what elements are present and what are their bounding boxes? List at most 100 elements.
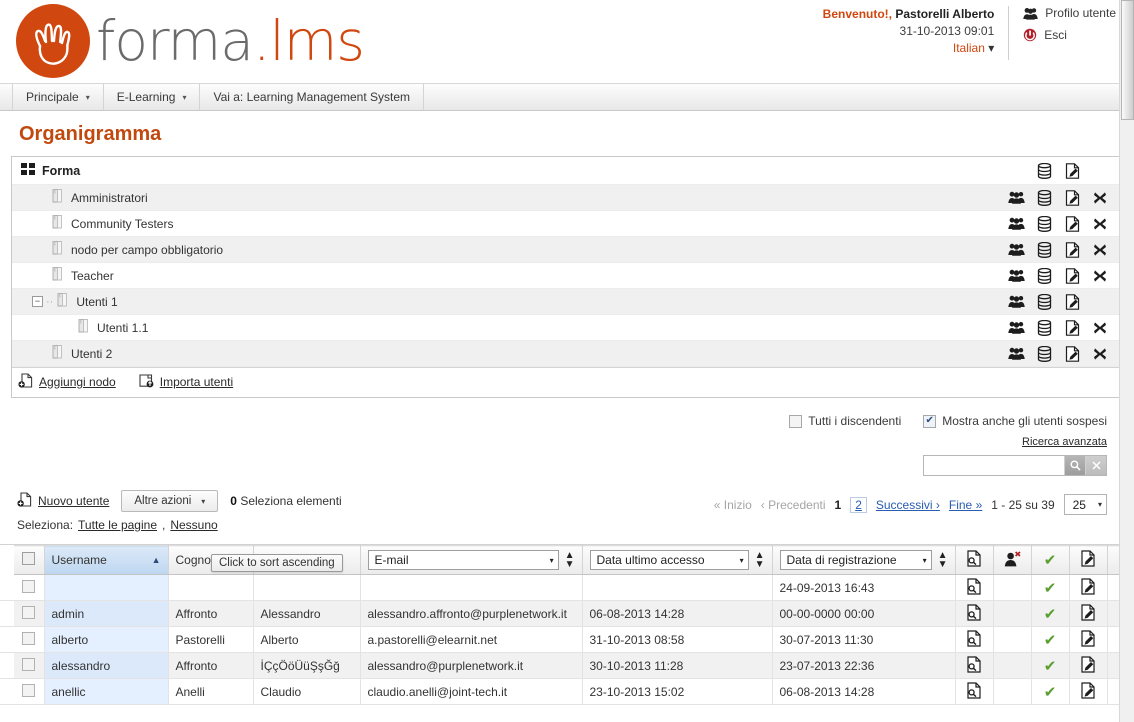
table-row[interactable]: anellic Anelli Claudio claudio.anelli@jo… [0,679,1134,705]
users-group-icon[interactable] [1002,341,1030,367]
cell-details[interactable] [955,653,993,679]
pagination-page-2[interactable]: 2 [850,497,867,513]
doc-edit-icon[interactable] [1080,688,1096,702]
row-select-cell[interactable] [14,653,44,679]
cell-edit[interactable] [1069,575,1107,601]
database-icon[interactable] [1030,185,1058,211]
select-all-pages-link[interactable]: Tutte le pagine [78,518,157,532]
database-icon[interactable] [1030,341,1058,367]
ultimo-accesso-column-select[interactable]: Data ultimo accesso ▾ [590,550,749,570]
check-icon[interactable]: ✔ [1044,580,1057,597]
th-edit[interactable] [1069,546,1107,575]
clear-icon[interactable] [1085,456,1106,475]
pagination-last[interactable]: Fine » [949,498,982,512]
row-checkbox[interactable] [22,580,35,593]
sort-updown-icon[interactable]: ▲▼ [565,551,575,569]
cell-details[interactable] [955,679,993,705]
table-row[interactable]: 24-09-2013 16:43 ✔ [0,575,1134,601]
cell-edit[interactable] [1069,601,1107,627]
row-checkbox[interactable] [22,658,35,671]
doc-search-icon[interactable] [966,662,982,676]
delete-x-icon[interactable] [1086,185,1114,211]
cell-status[interactable]: ✔ [1031,601,1069,627]
search-input[interactable] [924,456,1064,475]
import-users-link[interactable]: Importa utenti [160,375,233,389]
tree-row[interactable]: Forma [12,157,1122,185]
email-column-select[interactable]: E-mail ▾ [368,550,559,570]
cell-details[interactable] [955,601,993,627]
database-icon[interactable] [1030,289,1058,315]
doc-edit-icon[interactable] [1058,289,1086,315]
pagination-first[interactable]: « Inizio [714,498,752,512]
doc-search-icon[interactable] [966,688,982,702]
th-status[interactable]: ✔ [1031,546,1069,575]
th-username[interactable]: Username ▲ [44,546,168,575]
new-user-action[interactable]: Nuovo utente [17,492,109,510]
doc-search-icon[interactable] [966,636,982,650]
row-checkbox[interactable] [22,632,35,645]
row-select-cell[interactable] [14,627,44,653]
pagination-next[interactable]: Successivi › [876,498,940,512]
check-icon[interactable]: ✔ [1044,684,1057,701]
th-email[interactable]: E-mail ▾ ▲▼ [360,546,582,575]
row-checkbox[interactable] [22,684,35,697]
cell-details[interactable] [955,627,993,653]
show-suspended-filter[interactable]: Mostra anche gli utenti sospesi [923,414,1107,428]
page-size-select[interactable]: 25 ▾ [1064,494,1107,515]
th-ultimo-accesso[interactable]: Data ultimo accesso ▾ ▲▼ [582,546,772,575]
select-none-link[interactable]: Nessuno [170,518,217,532]
delete-x-icon[interactable] [1086,237,1114,263]
doc-edit-icon[interactable] [1058,211,1086,237]
tree-collapse-toggle[interactable]: − [32,296,43,307]
registrazione-column-select[interactable]: Data di registrazione ▾ [780,550,932,570]
users-group-icon[interactable] [1002,315,1030,341]
delete-x-icon[interactable] [1086,211,1114,237]
th-select-all[interactable] [14,546,44,575]
cell-status[interactable]: ✔ [1031,653,1069,679]
users-group-icon[interactable] [1002,263,1030,289]
users-group-icon[interactable] [1002,211,1030,237]
doc-edit-icon[interactable] [1058,185,1086,211]
doc-edit-icon[interactable] [1058,263,1086,289]
doc-edit-icon[interactable] [1058,237,1086,263]
doc-edit-icon[interactable] [1080,636,1096,650]
tree-row[interactable]: Utenti 2 [12,341,1122,367]
sort-updown-icon[interactable]: ▲▼ [755,551,765,569]
delete-x-icon[interactable] [1086,263,1114,289]
check-icon[interactable]: ✔ [1044,658,1057,675]
scrollbar-thumb[interactable] [1121,0,1134,120]
database-icon[interactable] [1030,158,1058,184]
cell-edit[interactable] [1069,653,1107,679]
users-group-icon[interactable] [1002,237,1030,263]
table-row[interactable]: admin Affronto Alessandro alessandro.aff… [0,601,1134,627]
cell-status[interactable]: ✔ [1031,575,1069,601]
check-icon[interactable]: ✔ [1044,632,1057,649]
tree-row[interactable]: Community Testers [12,211,1122,237]
tree-row[interactable]: nodo per campo obbligatorio [12,237,1122,263]
database-icon[interactable] [1030,315,1058,341]
nav-item-vai-a-lms[interactable]: Vai a: Learning Management System [200,84,424,110]
search-box[interactable] [923,455,1107,476]
cell-edit[interactable] [1069,679,1107,705]
search-icon[interactable] [1064,456,1085,475]
row-select-cell[interactable] [14,575,44,601]
doc-search-icon[interactable] [966,584,982,598]
th-suspend[interactable] [993,546,1031,575]
delete-x-icon[interactable] [1086,341,1114,367]
doc-edit-icon[interactable] [1080,610,1096,624]
th-registrazione[interactable]: Data di registrazione ▾ ▲▼ [772,546,955,575]
add-node-link[interactable]: Aggiungi nodo [39,375,116,389]
database-icon[interactable] [1030,263,1058,289]
sort-updown-icon[interactable]: ▲▼ [938,551,948,569]
page-scrollbar[interactable] [1119,0,1134,722]
users-group-icon[interactable] [1002,289,1030,315]
check-icon[interactable]: ✔ [1044,606,1057,623]
select-all-checkbox[interactable] [22,552,35,565]
doc-search-icon[interactable] [966,610,982,624]
nav-item-principale[interactable]: Principale ▾ [12,84,104,110]
users-group-icon[interactable] [1002,185,1030,211]
doc-edit-icon[interactable] [1058,341,1086,367]
doc-edit-icon[interactable] [1058,315,1086,341]
new-user-link[interactable]: Nuovo utente [38,494,109,508]
table-row[interactable]: alberto Pastorelli Alberto a.pastorelli@… [0,627,1134,653]
